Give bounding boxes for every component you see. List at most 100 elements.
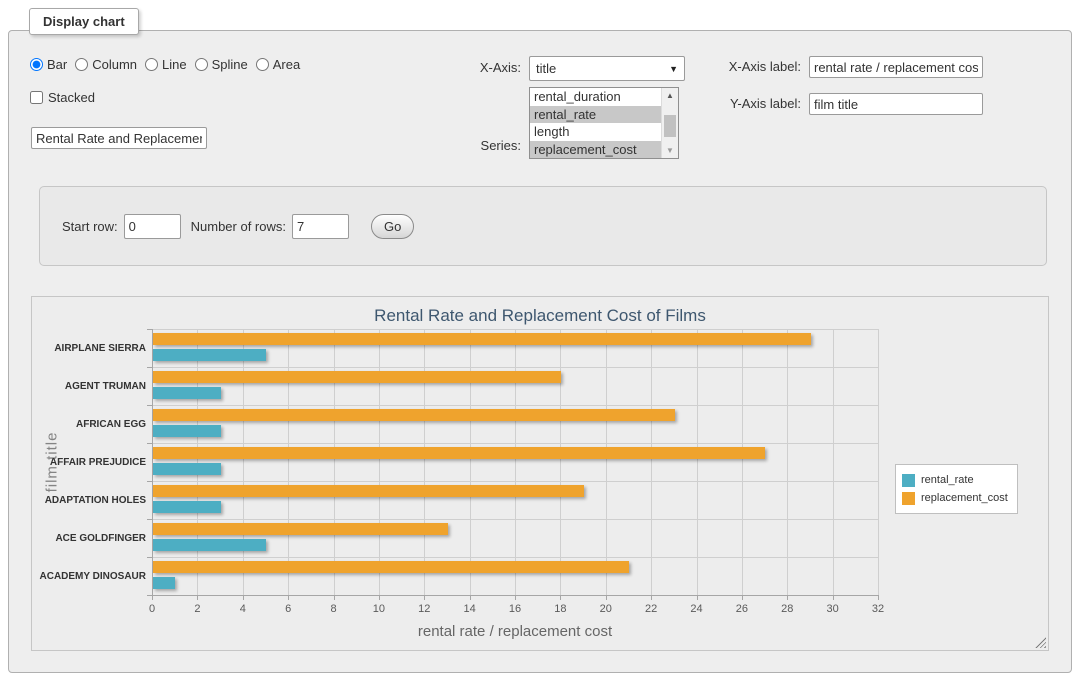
x-axis-select[interactable]: title ▼ <box>529 56 685 81</box>
number-of-rows-input[interactable] <box>292 214 349 239</box>
grid-line-vertical <box>424 329 425 595</box>
scroll-up-icon[interactable]: ▲ <box>662 88 678 103</box>
x-axis-tick <box>742 596 743 600</box>
grid-line-horizontal <box>152 481 878 482</box>
series-option-replacement_cost[interactable]: replacement_cost <box>530 141 678 159</box>
x-axis-tick-label: 12 <box>409 603 439 615</box>
legend-item-rental_rate[interactable]: rental_rate <box>902 472 1008 488</box>
chart-type-radio-spline[interactable] <box>195 58 208 71</box>
grid-line-vertical <box>606 329 607 595</box>
start-row-input[interactable] <box>124 214 181 239</box>
x-axis-tick <box>515 596 516 600</box>
bar-replacement_cost <box>153 485 584 497</box>
category-label: AFFAIR PREJUDICE <box>32 443 146 481</box>
series-options: rental_durationrental_ratelengthreplacem… <box>530 88 678 158</box>
chart-type-label-spline: Spline <box>212 57 248 72</box>
x-axis-select-label: X-Axis: <box>409 56 521 80</box>
bar-rental_rate <box>153 463 221 475</box>
resize-grip-icon[interactable] <box>1035 637 1046 648</box>
x-axis-tick <box>878 596 879 600</box>
legend-item-replacement_cost[interactable]: replacement_cost <box>902 490 1008 506</box>
grid-line-vertical <box>334 329 335 595</box>
bar-replacement_cost <box>153 371 561 383</box>
x-axis-tick <box>651 596 652 600</box>
scrollbar-thumb[interactable] <box>664 115 676 137</box>
chart-x-axis-title: rental rate / replacement cost <box>152 623 878 640</box>
chart-type-radio-area[interactable] <box>256 58 269 71</box>
x-axis-tick <box>833 596 834 600</box>
grid-line-horizontal <box>152 443 878 444</box>
y-axis-line <box>152 329 153 595</box>
chart-type-radio-line[interactable] <box>145 58 158 71</box>
row-range-controls: Start row: Number of rows: Go <box>62 214 414 239</box>
bar-rental_rate <box>153 349 266 361</box>
x-axis-tick <box>697 596 698 600</box>
category-label: AIRPLANE SIERRA <box>32 329 146 367</box>
chart-type-label-line: Line <box>162 57 187 72</box>
grid-line-horizontal <box>152 329 878 330</box>
x-axis-tick-label: 32 <box>863 603 893 615</box>
stacked-option[interactable]: Stacked <box>30 90 95 105</box>
chart-title-input[interactable] <box>31 127 207 149</box>
series-scrollbar[interactable]: ▲ ▼ <box>661 88 678 158</box>
grid-line-vertical <box>515 329 516 595</box>
category-label: AFRICAN EGG <box>32 405 146 443</box>
x-axis-tick-label: 10 <box>364 603 394 615</box>
x-axis-tick <box>424 596 425 600</box>
go-button[interactable]: Go <box>371 214 414 239</box>
grid-line-vertical <box>787 329 788 595</box>
fieldset-legend: Display chart <box>29 8 139 35</box>
x-axis-tick-label: 22 <box>636 603 666 615</box>
grid-line-vertical <box>651 329 652 595</box>
scroll-down-icon[interactable]: ▼ <box>662 143 678 158</box>
legend-swatch-rental_rate <box>902 474 915 487</box>
x-axis-tick <box>379 596 380 600</box>
x-axis-tick-label: 0 <box>137 603 167 615</box>
grid-line-vertical <box>288 329 289 595</box>
x-axis-label-input[interactable] <box>809 56 983 78</box>
stacked-label: Stacked <box>48 90 95 105</box>
start-row-label: Start row: <box>62 219 118 234</box>
x-axis-tick-label: 16 <box>500 603 530 615</box>
x-axis-tick-label: 8 <box>319 603 349 615</box>
series-option-rental_duration[interactable]: rental_duration <box>530 88 678 106</box>
legend-swatch-replacement_cost <box>902 492 915 505</box>
chart-type-option-area[interactable]: Area <box>256 57 300 72</box>
grid-line-horizontal <box>152 405 878 406</box>
x-axis-tick-label: 26 <box>727 603 757 615</box>
bar-rental_rate <box>153 387 221 399</box>
grid-line-vertical <box>197 329 198 595</box>
x-axis-tick <box>560 596 561 600</box>
y-axis-label-label: Y-Axis label: <box>707 92 801 116</box>
chart-type-label-column: Column <box>92 57 137 72</box>
x-axis-tick <box>243 596 244 600</box>
legend-label-replacement_cost: replacement_cost <box>921 492 1008 504</box>
chart-type-label-area: Area <box>273 57 300 72</box>
bar-rental_rate <box>153 425 221 437</box>
bar-replacement_cost <box>153 523 448 535</box>
chart-type-radio-column[interactable] <box>75 58 88 71</box>
chart-type-radio-bar[interactable] <box>30 58 43 71</box>
chart-legend: rental_rate replacement_cost <box>895 464 1018 514</box>
x-axis-tick-label: 4 <box>228 603 258 615</box>
y-axis-label-input[interactable] <box>809 93 983 115</box>
chart-type-option-line[interactable]: Line <box>145 57 187 72</box>
chart-type-option-spline[interactable]: Spline <box>195 57 248 72</box>
bar-replacement_cost <box>153 333 811 345</box>
x-axis-tick-label: 24 <box>682 603 712 615</box>
series-option-length[interactable]: length <box>530 123 678 141</box>
stacked-checkbox[interactable] <box>30 91 43 104</box>
x-axis-tick <box>787 596 788 600</box>
x-axis-tick-label: 14 <box>455 603 485 615</box>
bar-replacement_cost <box>153 409 675 421</box>
chart-type-option-column[interactable]: Column <box>75 57 137 72</box>
x-axis-tick <box>470 596 471 600</box>
category-label: ACADEMY DINOSAUR <box>32 557 146 595</box>
chart-title: Rental Rate and Replacement Cost of Film… <box>32 306 1048 326</box>
grid-line-vertical <box>470 329 471 595</box>
chart-type-option-bar[interactable]: Bar <box>30 57 67 72</box>
series-listbox[interactable]: rental_durationrental_ratelengthreplacem… <box>529 87 679 159</box>
grid-line-vertical <box>878 329 879 595</box>
grid-line-vertical <box>243 329 244 595</box>
series-option-rental_rate[interactable]: rental_rate <box>530 106 678 124</box>
